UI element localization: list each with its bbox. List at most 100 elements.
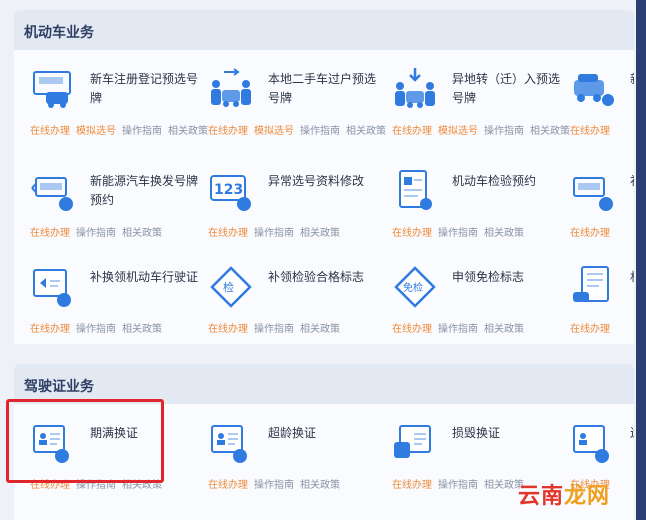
- license-section-header: [14, 364, 634, 404]
- motor-section-header: [14, 10, 634, 50]
- service-card[interactable]: 补 在线办理: [570, 168, 634, 254]
- service-links: 在线办理 操作指南 相关政策: [30, 320, 168, 335]
- online-link[interactable]: 在线办理: [208, 228, 248, 239]
- policy-link[interactable]: 相关政策: [300, 480, 340, 491]
- policy-link[interactable]: 相关政策: [484, 324, 524, 335]
- guide-link[interactable]: 操作指南: [254, 228, 294, 239]
- guide-link[interactable]: 操作指南: [438, 228, 478, 239]
- service-links: 在线办理 操作指南 相关政策: [30, 224, 168, 239]
- online-link[interactable]: 在线办理: [30, 324, 70, 335]
- service-name: 补: [630, 172, 634, 191]
- guide-link[interactable]: 操作指南: [254, 324, 294, 335]
- guide-link[interactable]: 操作指南: [76, 228, 116, 239]
- id-card-damaged-icon: [394, 425, 431, 458]
- service-name: 申领免检标志: [452, 270, 525, 284]
- service-links: 在线办理 模拟选号 操作指南 相关政策: [208, 122, 392, 137]
- service-links: 在线办理 模拟选号 操作指南 相关政策: [392, 122, 576, 137]
- motor-section-title: 机动车业务: [24, 25, 94, 41]
- service-card[interactable]: 机动车检验预约 在线办理 操作指南 相关政策: [392, 168, 572, 254]
- service-links: 在线办理: [570, 320, 616, 335]
- service-name: 新能源汽车换发号牌预约: [90, 174, 199, 207]
- service-name: 遗: [630, 424, 634, 443]
- service-name: 机: [630, 268, 634, 287]
- guide-link[interactable]: 操作指南: [438, 480, 478, 491]
- service-links: 在线办理 操作指南 相关政策: [392, 320, 530, 335]
- service-name: 新车注册登记预选号牌: [90, 72, 199, 105]
- plate-reissue-icon: [573, 177, 613, 211]
- watermark-part-1: 云南: [517, 484, 564, 509]
- online-link[interactable]: 在线办理: [208, 324, 248, 335]
- guide-link[interactable]: 操作指南: [300, 126, 340, 137]
- guide-link[interactable]: 操作指南: [254, 480, 294, 491]
- guide-link[interactable]: 操作指南: [122, 126, 162, 137]
- online-link[interactable]: 在线办理: [570, 228, 610, 239]
- online-link[interactable]: 在线办理: [30, 126, 70, 137]
- inspection-doc-icon: [399, 170, 432, 210]
- page-frame: 机动车业务 新车注册登记预选号牌 在线办理 模拟选号 操作指南 相关政策 本地二手车过…: [0, 0, 636, 520]
- number-123-icon: 123: [210, 175, 251, 211]
- guide-link[interactable]: 操作指南: [76, 324, 116, 335]
- service-name: 超龄换证: [268, 426, 317, 440]
- policy-link[interactable]: 相关政策: [122, 324, 162, 335]
- ev-plate-icon: [31, 177, 73, 211]
- online-link[interactable]: 在线办理: [392, 480, 432, 491]
- service-name: 机动车检验预约: [452, 174, 537, 188]
- new-car-plate-icon: [33, 71, 71, 108]
- watermark: 云南龙网: [518, 478, 610, 510]
- exempt-mark-icon: 免检: [394, 266, 436, 308]
- svg-text:123: 123: [214, 182, 243, 198]
- service-links: 在线办理: [570, 122, 616, 137]
- online-link[interactable]: 在线办理: [208, 126, 248, 137]
- policy-link[interactable]: 相关政策: [346, 126, 386, 137]
- guide-link[interactable]: 操作指南: [484, 126, 524, 137]
- service-card[interactable]: 超龄换证 在线办理 操作指南 相关政策: [208, 420, 388, 506]
- simulate-link[interactable]: 模拟选号: [76, 126, 116, 137]
- service-card[interactable]: 本地二手车过户预选号牌 在线办理 模拟选号 操作指南 相关政策: [208, 66, 388, 152]
- policy-link[interactable]: 相关政策: [300, 324, 340, 335]
- service-card[interactable]: 检 补领检验合格标志 在线办理 操作指南 相关政策: [208, 264, 388, 350]
- service-card[interactable]: 补换领机动车行驶证 在线办理 操作指南 相关政策: [30, 264, 210, 350]
- simulate-link[interactable]: 模拟选号: [254, 126, 294, 137]
- car-plate-icon: [574, 74, 614, 106]
- service-card[interactable]: 新车注册登记预选号牌 在线办理 模拟选号 操作指南 相关政策: [30, 66, 210, 152]
- service-card[interactable]: 新能源汽车换发号牌预约 在线办理 操作指南 相关政策: [30, 168, 210, 254]
- service-name: 新: [630, 70, 634, 89]
- guide-link[interactable]: 操作指南: [438, 324, 478, 335]
- policy-link[interactable]: 相关政策: [530, 126, 570, 137]
- simulate-link[interactable]: 模拟选号: [438, 126, 478, 137]
- service-card[interactable]: 123 异常选号资料修改 在线办理 操作指南 相关政策: [208, 168, 388, 254]
- online-link[interactable]: 在线办理: [30, 228, 70, 239]
- service-links: 在线办理 模拟选号 操作指南 相关政策: [30, 122, 214, 137]
- highlight-box: [6, 399, 164, 483]
- id-card-lost-icon: [573, 425, 609, 463]
- online-link[interactable]: 在线办理: [392, 126, 432, 137]
- service-card[interactable]: 异地转（迁）入预选号牌 在线办理 模拟选号 操作指南 相关政策: [392, 66, 572, 152]
- service-name: 异地转（迁）入预选号牌: [452, 72, 561, 105]
- policy-link[interactable]: 相关政策: [484, 228, 524, 239]
- service-links: 在线办理 操作指南 相关政策: [208, 320, 346, 335]
- id-card-age-icon: [211, 425, 247, 463]
- service-name: 损毁换证: [452, 426, 501, 440]
- online-link[interactable]: 在线办理: [570, 324, 610, 335]
- license-section-title: 驾驶证业务: [24, 379, 94, 395]
- policy-link[interactable]: 相关政策: [300, 228, 340, 239]
- policy-link[interactable]: 相关政策: [122, 228, 162, 239]
- online-link[interactable]: 在线办理: [392, 228, 432, 239]
- inspection-mark-icon: 检: [210, 266, 252, 308]
- online-link[interactable]: 在线办理: [570, 126, 610, 137]
- service-card[interactable]: 免检 申领免检标志 在线办理 操作指南 相关政策: [392, 264, 572, 350]
- watermark-part-2: 龙网: [563, 484, 610, 509]
- service-card[interactable]: 新 在线办理: [570, 66, 634, 152]
- vehicle-doc-icon: [573, 266, 609, 302]
- service-links: 在线办理 操作指南 相关政策: [392, 476, 530, 491]
- service-name: 补领检验合格标志: [268, 270, 365, 284]
- online-link[interactable]: 在线办理: [208, 480, 248, 491]
- service-links: 在线办理: [570, 224, 616, 239]
- driving-permit-icon: [33, 269, 71, 307]
- service-name: 本地二手车过户预选号牌: [268, 72, 377, 105]
- service-card[interactable]: 机 在线办理: [570, 264, 634, 350]
- online-link[interactable]: 在线办理: [392, 324, 432, 335]
- policy-link[interactable]: 相关政策: [168, 126, 208, 137]
- service-links: 在线办理 操作指南 相关政策: [208, 476, 346, 491]
- svg-text:免检: 免检: [403, 281, 423, 294]
